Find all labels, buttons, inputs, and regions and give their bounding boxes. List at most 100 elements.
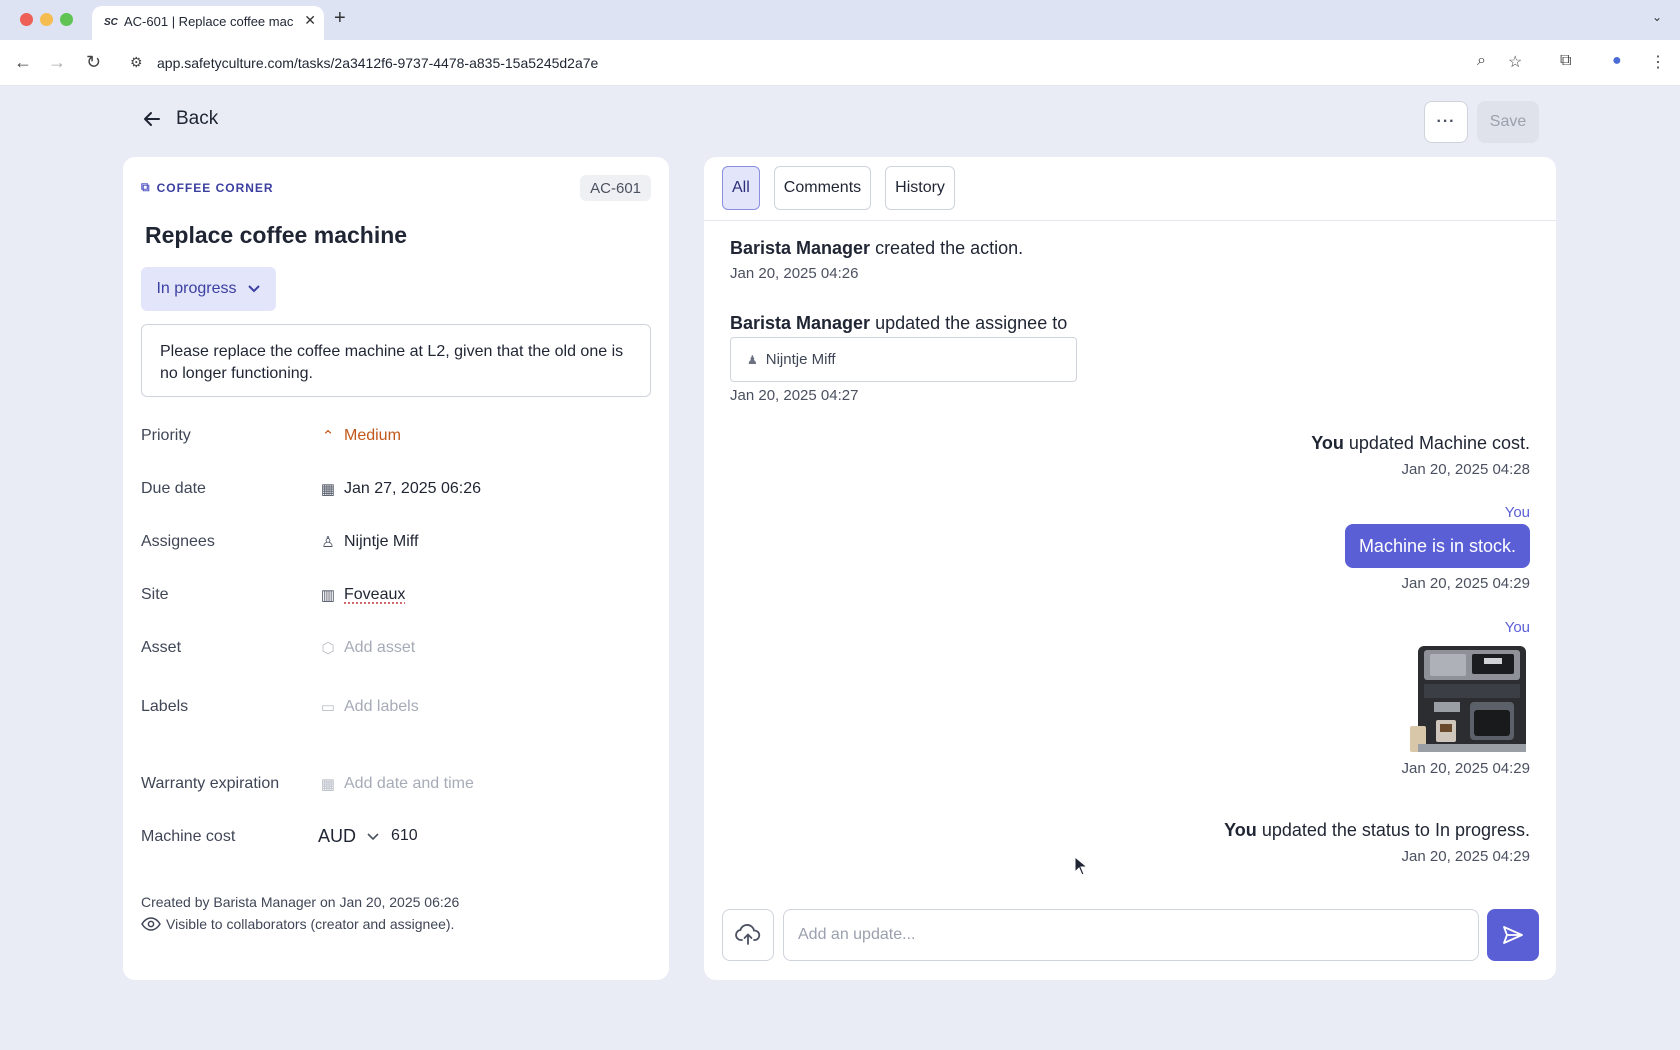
site-settings-icon[interactable]: ⚙ <box>130 54 143 71</box>
chevron-down-icon <box>367 832 379 840</box>
zoom-icon[interactable]: ⌕ <box>1477 52 1486 70</box>
assignee-value: Nijntje Miff <box>344 533 419 550</box>
arrow-left-icon <box>144 112 160 126</box>
activity-item: You updated the status to In progress. <box>1224 820 1530 841</box>
browser-tab[interactable]: SC AC-601 | Replace coffee machine ✕ <box>92 6 324 40</box>
tab-history[interactable]: History <box>885 166 955 210</box>
url-text: app.safetyculture.com/tasks/2a3412f6-973… <box>157 55 599 71</box>
add-asset-label: Add asset <box>344 639 416 656</box>
assignees-select[interactable]: ♙ Nijntje Miff <box>319 533 418 551</box>
upload-button[interactable] <box>722 909 774 961</box>
tab-list-chevron-icon[interactable]: ⌄ <box>1652 10 1662 24</box>
site-select[interactable]: ▥ Foveaux <box>319 586 405 604</box>
forward-arrow-icon[interactable]: → <box>48 52 66 73</box>
mouse-cursor-icon <box>1074 856 1088 876</box>
priority-select[interactable]: ⌃ Medium <box>319 427 401 445</box>
site-value: Foveaux <box>344 586 406 603</box>
window-maximize-button[interactable] <box>60 13 73 26</box>
actor-name: Barista Manager <box>730 238 871 258</box>
visibility-info: Visible to collaborators (creator and as… <box>141 916 454 932</box>
cloud-upload-icon <box>735 924 761 945</box>
browser-tab-bar: SC AC-601 | Replace coffee machine ✕ + ⌄ <box>0 0 1680 40</box>
activity-text: updated the status to In progress. <box>1256 820 1530 840</box>
coffee-machine-photo[interactable] <box>1406 640 1530 760</box>
new-tab-icon[interactable]: + <box>334 7 346 30</box>
created-by-text: Created by Barista Manager on Jan 20, 20… <box>141 894 460 910</box>
tab-comments[interactable]: Comments <box>773 166 872 210</box>
activity-item: You updated Machine cost. <box>1311 433 1530 454</box>
activity-item: Barista Manager created the action. <box>730 238 1023 259</box>
bookmark-star-icon[interactable]: ☆ <box>1508 52 1522 72</box>
activity-timestamp: Jan 20, 2025 04:29 <box>1401 848 1530 865</box>
task-title[interactable]: Replace coffee machine <box>145 222 407 249</box>
activity-timestamp: Jan 20, 2025 04:29 <box>1401 760 1530 777</box>
activity-timestamp: Jan 20, 2025 04:26 <box>730 265 859 282</box>
address-bar: ← → ↻ ⚙ app.safetyculture.com/tasks/2a34… <box>0 40 1680 86</box>
labels-label: Labels <box>141 698 189 715</box>
add-labels-label: Add labels <box>344 698 419 715</box>
message-author: You <box>1504 619 1530 636</box>
person-icon: ♙ <box>321 534 335 551</box>
chevron-down-icon <box>247 285 260 293</box>
divider <box>704 220 1556 221</box>
activity-timestamp: Jan 20, 2025 04:27 <box>730 387 859 404</box>
folder-name: COFFEE CORNER <box>156 180 274 195</box>
window-close-button[interactable] <box>20 13 33 26</box>
tag-icon: ▭ <box>320 699 336 716</box>
window-minimize-button[interactable] <box>40 13 53 26</box>
site-label: Site <box>141 586 169 603</box>
activity-text: created the action. <box>870 238 1024 258</box>
cube-icon: ⬡ <box>321 640 335 657</box>
warranty-date-picker[interactable]: ▦ Add date and time <box>319 775 474 793</box>
due-date-label: Due date <box>141 480 206 497</box>
add-asset-button[interactable]: ⬡ Add asset <box>319 639 415 657</box>
profile-icon[interactable]: ● <box>1612 52 1622 70</box>
more-options-button[interactable]: ··· <box>1424 101 1468 143</box>
warranty-placeholder: Add date and time <box>344 775 474 792</box>
due-date-value: Jan 27, 2025 06:26 <box>344 480 482 497</box>
machine-cost-label: Machine cost <box>141 828 236 845</box>
update-input[interactable] <box>783 909 1479 961</box>
assignee-name: Nijntje Miff <box>765 351 836 368</box>
folder-link[interactable]: ⧉ COFFEE CORNER <box>141 180 274 195</box>
add-labels-button[interactable]: ▭ Add labels <box>319 698 419 716</box>
extensions-icon[interactable]: ⧉ <box>1560 52 1571 70</box>
activity-text: updated the assignee to <box>870 313 1068 333</box>
message-author: You <box>1504 504 1530 521</box>
asset-label: Asset <box>141 639 182 656</box>
task-details-panel: ⧉ COFFEE CORNER AC-601 Replace coffee ma… <box>123 157 669 980</box>
visibility-text: Visible to collaborators (creator and as… <box>166 916 455 932</box>
back-button[interactable]: Back <box>142 108 218 130</box>
activity-item: Barista Manager updated the assignee to <box>730 313 1067 334</box>
save-button[interactable]: Save <box>1477 101 1539 143</box>
assignees-label: Assignees <box>141 533 215 550</box>
calendar-icon: ▦ <box>320 481 336 498</box>
tab-title: AC-601 | Replace coffee machine <box>124 14 294 29</box>
actor-name: You <box>1224 820 1257 840</box>
activity-timestamp: Jan 20, 2025 04:28 <box>1401 461 1530 478</box>
priority-value: Medium <box>344 427 401 444</box>
back-arrow-icon[interactable]: ← <box>14 52 32 73</box>
calendar-icon: ▦ <box>320 776 336 793</box>
url-field[interactable]: ⚙ app.safetyculture.com/tasks/2a3412f6-9… <box>120 46 1520 80</box>
machine-cost-input[interactable]: 610 <box>391 827 418 845</box>
back-label: Back <box>176 108 219 129</box>
person-icon: ♟ <box>747 352 758 367</box>
reload-icon[interactable]: ↻ <box>86 52 101 73</box>
browser-menu-icon[interactable]: ⋮ <box>1650 52 1666 72</box>
activity-text: updated Machine cost. <box>1343 433 1530 453</box>
send-button[interactable] <box>1487 909 1539 961</box>
favicon-icon: SC <box>104 17 118 28</box>
message-bubble[interactable]: Machine is in stock. <box>1344 524 1530 568</box>
tab-close-icon[interactable]: ✕ <box>304 12 316 29</box>
priority-label: Priority <box>141 427 191 444</box>
currency-value: AUD <box>318 826 357 846</box>
eye-icon <box>141 917 161 931</box>
status-dropdown[interactable]: In progress <box>141 267 276 311</box>
due-date-picker[interactable]: ▦ Jan 27, 2025 06:26 <box>319 480 481 498</box>
chevron-up-icon: ⌃ <box>321 428 335 445</box>
description-field[interactable]: Please replace the coffee machine at L2,… <box>141 324 651 397</box>
status-label: In progress <box>156 280 237 297</box>
tab-all[interactable]: All <box>722 166 760 210</box>
currency-select[interactable]: AUD <box>318 826 380 847</box>
